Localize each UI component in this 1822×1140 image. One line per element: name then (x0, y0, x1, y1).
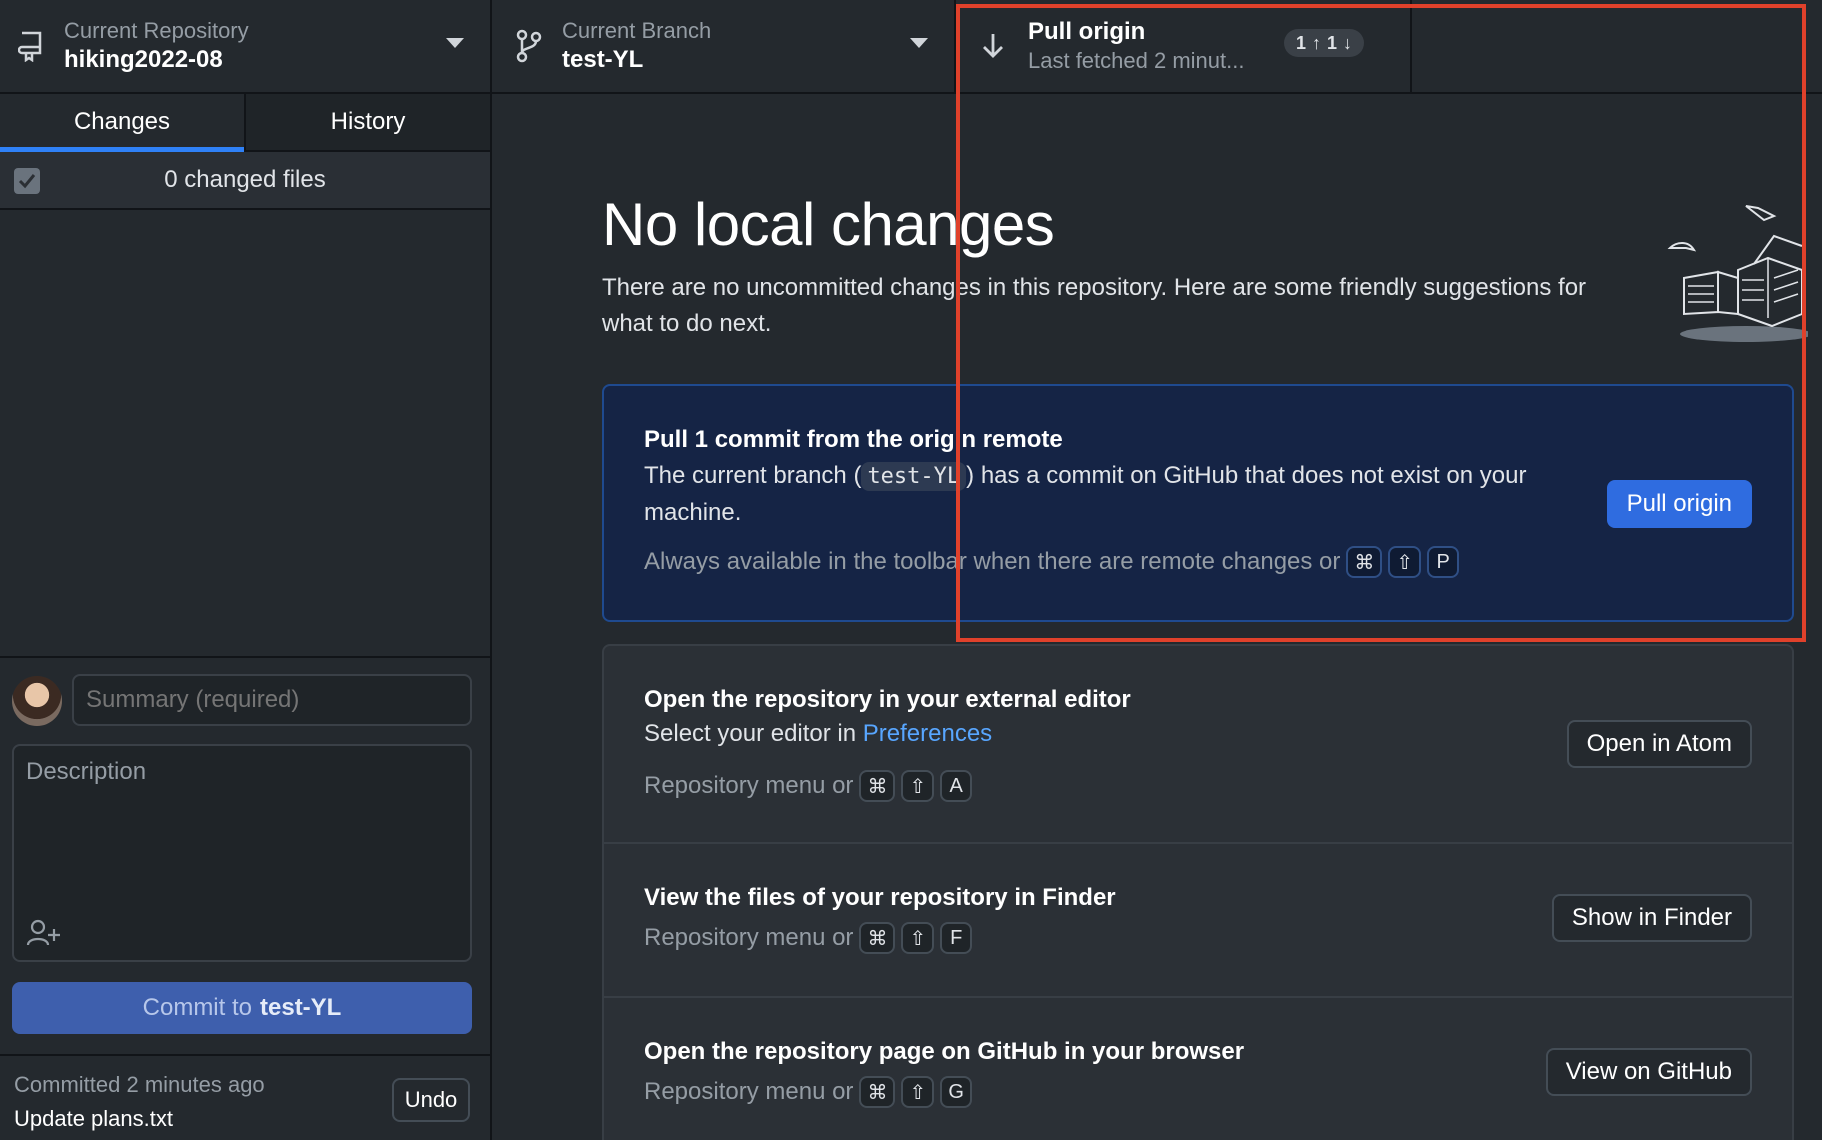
page-title: No local changes (602, 191, 1055, 258)
pull-origin-title: Pull origin (1028, 18, 1146, 45)
summary-input[interactable] (72, 674, 472, 726)
key-f: F (940, 922, 973, 954)
pull-card-text-before: The current branch ( (644, 462, 862, 489)
ahead-count: 1 (1296, 32, 1307, 53)
show-in-finder-card: View the files of your repository in Fin… (602, 842, 1794, 998)
boxes-illustration (1667, 205, 1808, 342)
pull-card-hint-text: Always available in the toolbar when the… (644, 548, 1341, 575)
preferences-link[interactable]: Preferences (863, 720, 992, 747)
shift-key-icon: ⇧ (901, 1076, 935, 1108)
avatar (12, 676, 62, 726)
last-commit-time: Committed 2 minutes ago (14, 1072, 265, 1097)
sidebar: Changes History 0 changed files Descript… (0, 94, 492, 1140)
tab-history[interactable]: History (244, 94, 490, 150)
description-placeholder: Description (26, 758, 147, 785)
key-a: A (940, 770, 973, 802)
github-card-hint-text: Repository menu or (644, 1078, 854, 1105)
finder-card-hint: Repository menu or ⌘ ⇧ F (644, 922, 973, 954)
editor-card-title: Open the repository in your external edi… (644, 686, 1131, 713)
github-card-hint: Repository menu or ⌘ ⇧ G (644, 1076, 973, 1108)
commit-button-prefix: Commit to (142, 994, 252, 1021)
pull-origin-toolbar-button[interactable]: Pull origin Last fetched 2 minut... 1 ↑ … (956, 0, 1412, 92)
show-in-finder-button[interactable]: Show in Finder (1551, 894, 1752, 942)
branch-label: Current Branch (562, 18, 712, 43)
pull-card-text: The current branch (test-YL) has a commi… (644, 458, 1564, 531)
repository-label: Current Repository (64, 18, 249, 43)
current-repository-button[interactable]: Current Repository hiking2022-08 (0, 0, 492, 92)
command-key-icon: ⌘ (859, 922, 896, 954)
add-coauthor-icon[interactable] (26, 918, 62, 948)
pull-card-hint: Always available in the toolbar when the… (644, 546, 1460, 578)
last-commit-message: Update plans.txt (14, 1106, 173, 1131)
repo-icon (14, 26, 48, 66)
select-all-checkbox[interactable] (14, 168, 40, 194)
pull-card-title: Pull 1 commit from the origin remote (644, 426, 1063, 453)
editor-card-text: Select your editor in Preferences (644, 716, 992, 752)
view-on-github-card: Open the repository page on GitHub in yo… (602, 996, 1794, 1140)
main-panel: No local changes There are no uncommitte… (492, 94, 1822, 1140)
changed-files-header: 0 changed files (0, 152, 490, 210)
last-commit-panel: Committed 2 minutes ago Update plans.txt… (0, 1054, 490, 1140)
sidebar-tabs: Changes History (0, 94, 490, 152)
description-field[interactable]: Description (12, 744, 472, 962)
pull-origin-card: Pull 1 commit from the origin remote The… (602, 384, 1794, 622)
behind-count: 1 (1327, 32, 1338, 53)
last-fetched-text: Last fetched 2 minut... (1028, 48, 1245, 73)
pull-origin-button[interactable]: Pull origin (1606, 480, 1752, 528)
arrow-down-icon (976, 26, 1010, 66)
tab-changes[interactable]: Changes (0, 94, 244, 152)
repository-name: hiking2022-08 (64, 46, 223, 73)
chevron-down-icon (910, 38, 928, 48)
undo-button[interactable]: Undo (392, 1078, 470, 1122)
commit-button-branch: test-YL (260, 994, 342, 1021)
editor-card-hint-text: Repository menu or (644, 772, 854, 799)
command-key-icon: ⌘ (859, 1076, 896, 1108)
finder-card-title: View the files of your repository in Fin… (644, 884, 1116, 911)
command-key-icon: ⌘ (859, 770, 896, 802)
branch-code: test-YL (861, 462, 967, 491)
commit-button[interactable]: Commit to test-YL (12, 982, 472, 1034)
shift-key-icon: ⇧ (901, 922, 935, 954)
git-branch-icon (512, 26, 546, 66)
github-card-title: Open the repository page on GitHub in yo… (644, 1038, 1245, 1065)
toolbar: Current Repository hiking2022-08 Current… (0, 0, 1822, 94)
arrow-down-icon: ↓ (1343, 32, 1353, 53)
editor-card-hint: Repository menu or ⌘ ⇧ A (644, 770, 973, 802)
branch-name: test-YL (562, 46, 644, 73)
view-on-github-button[interactable]: View on GitHub (1545, 1048, 1752, 1096)
checkmark-icon (18, 174, 36, 189)
changed-files-count: 0 changed files (164, 166, 326, 193)
arrow-up-icon: ↑ (1312, 32, 1322, 53)
finder-card-hint-text: Repository menu or (644, 924, 854, 951)
commit-form: Description Commit to test-YL (0, 656, 490, 1054)
command-key-icon: ⌘ (1346, 546, 1383, 578)
github-desktop-window: Current Repository hiking2022-08 Current… (0, 0, 1822, 1140)
key-p: P (1427, 546, 1460, 578)
shift-key-icon: ⇧ (901, 770, 935, 802)
open-editor-card: Open the repository in your external edi… (602, 644, 1794, 844)
ahead-behind-badge: 1 ↑ 1 ↓ (1284, 29, 1365, 57)
chevron-down-icon (446, 38, 464, 48)
page-description: There are no uncommitted changes in this… (602, 274, 1587, 337)
open-in-atom-button[interactable]: Open in Atom (1566, 720, 1752, 768)
key-g: G (940, 1076, 973, 1108)
shift-key-icon: ⇧ (1388, 546, 1422, 578)
editor-card-text-prefix: Select your editor in (644, 720, 857, 747)
current-branch-button[interactable]: Current Branch test-YL (492, 0, 956, 92)
